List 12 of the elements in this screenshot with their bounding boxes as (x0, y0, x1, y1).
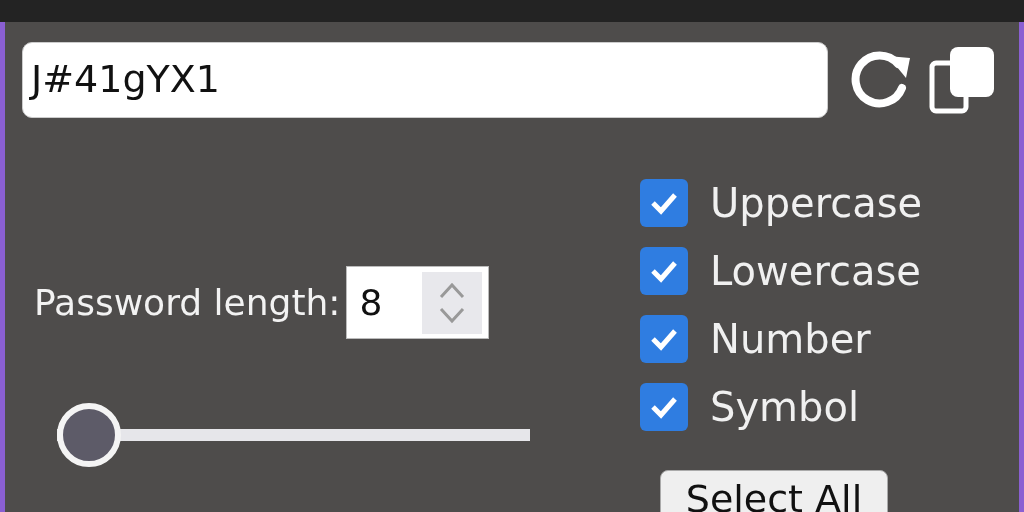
option-label: Uppercase (710, 179, 923, 226)
password-field[interactable]: J#41gYX1 (22, 42, 828, 118)
option-label: Symbol (710, 383, 859, 430)
checkbox[interactable] (640, 178, 688, 227)
option-label: Number (710, 315, 871, 362)
select-all-button[interactable]: Select All (660, 470, 888, 512)
option-label: Lowercase (710, 247, 921, 294)
checkbox[interactable] (640, 246, 688, 295)
length-label: Password length: (34, 282, 341, 323)
length-field[interactable]: 8 (346, 266, 490, 339)
checkbox[interactable] (640, 314, 688, 363)
checkbox[interactable] (640, 382, 688, 431)
